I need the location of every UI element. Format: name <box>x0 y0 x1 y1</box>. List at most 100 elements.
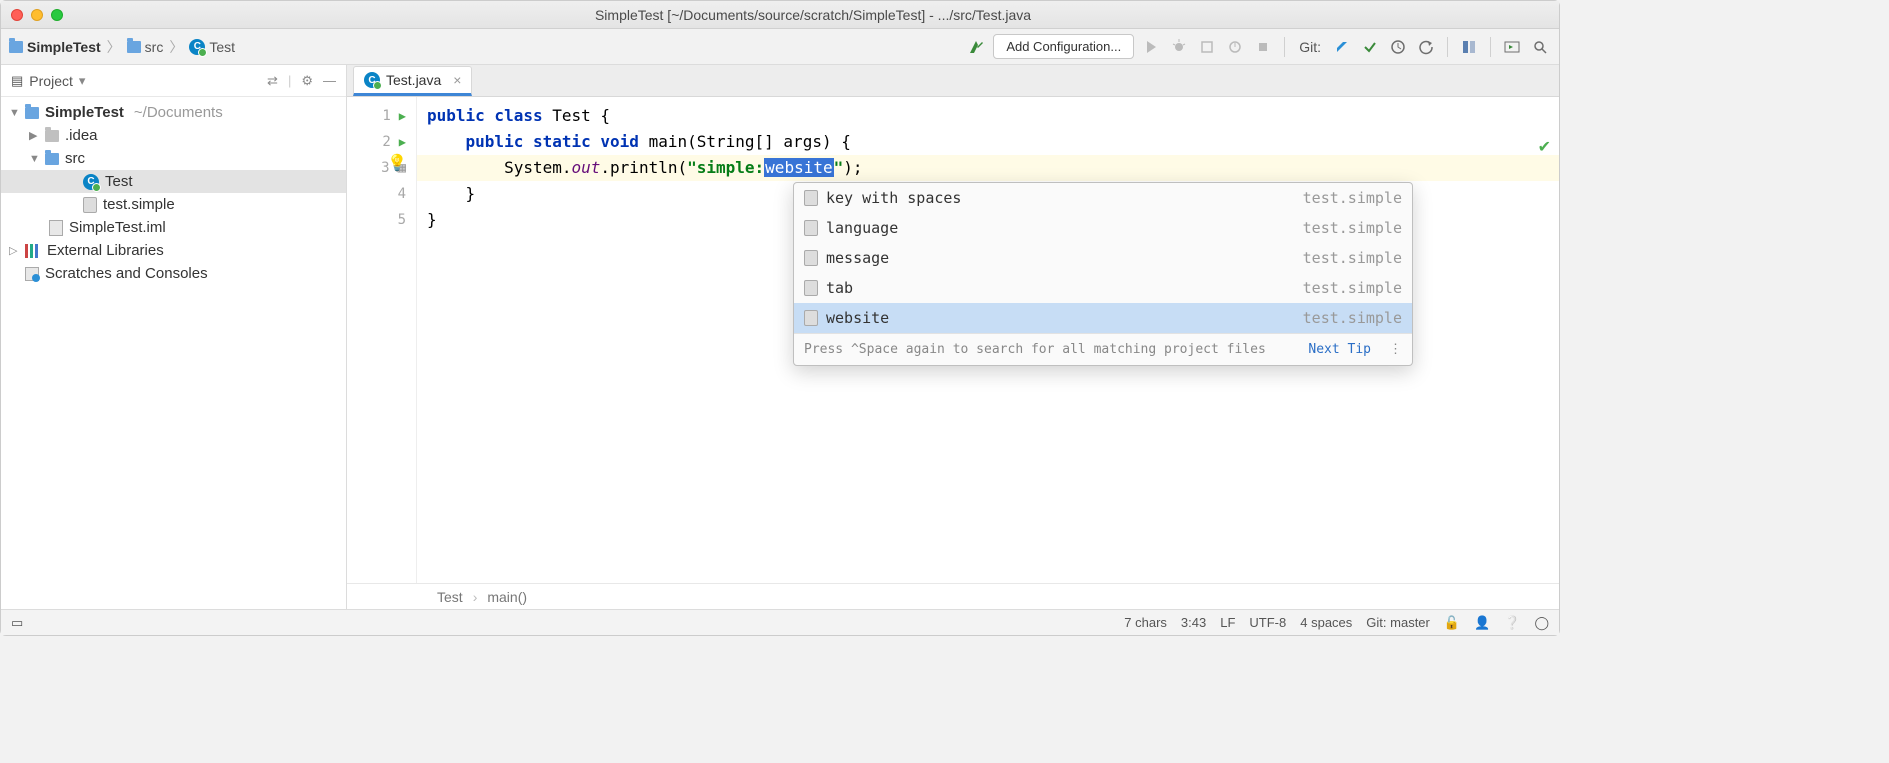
close-tab-icon[interactable]: × <box>453 72 461 88</box>
tree-test-simple[interactable]: test.simple <box>1 193 346 216</box>
popup-menu-icon[interactable]: ⋮ <box>1389 342 1402 357</box>
code-token: .println( <box>600 158 687 177</box>
dropdown-icon[interactable]: ▾ <box>79 73 86 89</box>
profiler-icon[interactable] <box>1224 36 1246 58</box>
autocomplete-source: test.simple <box>1303 219 1402 237</box>
tree-src-folder[interactable]: ▼ src <box>1 147 346 170</box>
revert-icon[interactable] <box>1415 36 1437 58</box>
close-window-button[interactable] <box>11 9 23 21</box>
editor-tab[interactable]: C Test.java × <box>353 66 472 96</box>
autocomplete-source: test.simple <box>1303 279 1402 297</box>
toolbar-divider <box>1447 37 1448 57</box>
editor-breadcrumb[interactable]: Test › main() <box>347 583 1559 609</box>
breadcrumb-root[interactable]: SimpleTest <box>27 39 101 55</box>
tree-iml[interactable]: SimpleTest.iml <box>1 216 346 239</box>
next-tip-link[interactable]: Next Tip <box>1308 342 1371 357</box>
bc-class[interactable]: Test <box>437 589 463 605</box>
project-structure-icon[interactable] <box>1458 36 1480 58</box>
history-icon[interactable] <box>1387 36 1409 58</box>
autocomplete-item[interactable]: tab test.simple <box>794 273 1412 303</box>
divider: | <box>288 73 291 89</box>
debug-icon[interactable] <box>1168 36 1190 58</box>
status-encoding[interactable]: UTF-8 <box>1249 615 1286 630</box>
code-token: { <box>591 106 610 125</box>
autocomplete-label: website <box>826 309 889 327</box>
sidebar-title[interactable]: Project <box>29 73 73 89</box>
properties-file-icon <box>83 197 97 213</box>
vcs-update-icon[interactable] <box>1331 36 1353 58</box>
tree-scratches[interactable]: ▷ Scratches and Consoles <box>1 262 346 285</box>
settings-gear-icon[interactable]: ⚙ <box>301 73 313 89</box>
autocomplete-label: key with spaces <box>826 189 961 207</box>
class-icon: C <box>364 72 380 88</box>
tree-label: SimpleTest <box>45 104 124 121</box>
expand-icon[interactable]: ▷ <box>9 244 19 257</box>
tree-label: test.simple <box>103 196 175 213</box>
tree-path: ~/Documents <box>134 104 223 121</box>
breadcrumb-file[interactable]: Test <box>209 39 235 55</box>
code-area[interactable]: 1▶ 2▶ 3▦ 4 5 💡 public class Test { publi… <box>347 97 1559 583</box>
code-token: } <box>427 210 437 229</box>
autocomplete-item[interactable]: messagetest.simple <box>794 243 1412 273</box>
status-line-ending[interactable]: LF <box>1220 615 1235 630</box>
breadcrumb-separator: 〉 <box>107 37 121 57</box>
help-icon[interactable]: ❔ <box>1504 615 1520 631</box>
inspection-ok-icon[interactable]: ✔ <box>1538 137 1551 157</box>
collapse-icon[interactable]: — <box>323 73 336 89</box>
run-gutter-icon[interactable]: ▶ <box>399 103 406 129</box>
autocomplete-label: tab <box>826 279 853 297</box>
status-indent[interactable]: 4 spaces <box>1300 615 1352 630</box>
breadcrumb[interactable]: SimpleTest 〉 src 〉 C Test <box>9 37 235 57</box>
expand-icon[interactable]: ▶ <box>29 129 39 142</box>
coverage-icon[interactable] <box>1196 36 1218 58</box>
intention-bulb-icon[interactable]: 💡 <box>387 153 407 172</box>
tree-ext-libs[interactable]: ▷ External Libraries <box>1 239 346 262</box>
status-position[interactable]: 3:43 <box>1181 615 1206 630</box>
status-chars: 7 chars <box>1124 615 1167 630</box>
breadcrumb-folder[interactable]: src <box>145 39 164 55</box>
stop-icon[interactable] <box>1252 36 1274 58</box>
tree-label: .idea <box>65 127 98 144</box>
expand-icon[interactable]: ▼ <box>29 153 39 165</box>
code-token: public class <box>427 106 552 125</box>
popup-hint: Press ^Space again to search for all mat… <box>804 342 1266 357</box>
build-icon[interactable] <box>965 36 987 58</box>
notifications-icon[interactable]: ◯ <box>1534 615 1549 631</box>
run-icon[interactable] <box>1140 36 1162 58</box>
autocomplete-item[interactable]: key with spaces test.simple <box>794 183 1412 213</box>
main-area: ▤ Project ▾ ⇄ | ⚙ — ▼ SimpleTest ~/Docum… <box>1 65 1559 609</box>
search-everywhere-icon[interactable] <box>1529 36 1551 58</box>
properties-icon <box>804 310 818 326</box>
select-opened-file-icon[interactable]: ⇄ <box>267 73 278 89</box>
lock-icon[interactable]: 🔓 <box>1444 615 1460 631</box>
tree-idea-folder[interactable]: ▶ .idea <box>1 124 346 147</box>
titlebar: SimpleTest [~/Documents/source/scratch/S… <box>1 1 1559 29</box>
code-token: } <box>427 184 475 203</box>
inspector-icon[interactable]: 👤 <box>1474 615 1490 631</box>
autocomplete-label: language <box>826 219 898 237</box>
code-token: " <box>834 158 844 177</box>
run-gutter-icon[interactable]: ▶ <box>399 129 406 155</box>
autocomplete-item[interactable]: websitetest.simple <box>794 303 1412 333</box>
status-git-branch[interactable]: Git: master <box>1366 615 1430 630</box>
popup-footer: Press ^Space again to search for all mat… <box>794 333 1412 365</box>
git-label: Git: <box>1299 39 1321 55</box>
autocomplete-item[interactable]: language test.simple <box>794 213 1412 243</box>
code-token: System. <box>427 158 572 177</box>
bc-method[interactable]: main() <box>487 589 527 605</box>
code-token: main <box>649 132 688 151</box>
minimize-window-button[interactable] <box>31 9 43 21</box>
tree-label: Scratches and Consoles <box>45 265 208 282</box>
folder-icon <box>45 153 59 165</box>
expand-icon[interactable]: ▼ <box>9 107 19 119</box>
add-configuration-button[interactable]: Add Configuration... <box>993 34 1134 59</box>
tree-test-class[interactable]: C Test <box>1 170 346 193</box>
project-tree[interactable]: ▼ SimpleTest ~/Documents ▶ .idea ▼ src C… <box>1 97 346 609</box>
vcs-commit-icon[interactable] <box>1359 36 1381 58</box>
libraries-icon <box>25 244 41 258</box>
tree-root[interactable]: ▼ SimpleTest ~/Documents <box>1 101 346 124</box>
tool-window-toggle-icon[interactable]: ▭ <box>11 615 23 631</box>
run-anything-icon[interactable] <box>1501 36 1523 58</box>
autocomplete-source: test.simple <box>1303 189 1402 207</box>
zoom-window-button[interactable] <box>51 9 63 21</box>
